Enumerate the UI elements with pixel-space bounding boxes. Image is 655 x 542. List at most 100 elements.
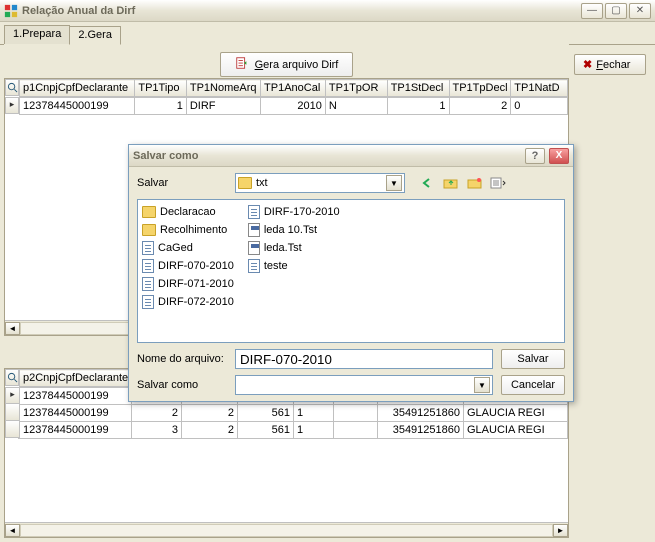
cell: 2010	[261, 98, 326, 115]
col-header[interactable]: TP1StDecl	[387, 80, 449, 97]
document-icon	[142, 295, 154, 309]
cell: GLAUCIA REGI	[464, 422, 568, 439]
tab-label: 2.Gera	[78, 29, 112, 41]
cell: 12378445000199	[20, 422, 132, 439]
list-item[interactable]: DIRF-170-2010	[248, 204, 340, 220]
gera-arquivo-button[interactable]: Gera arquivo Dirf	[220, 52, 354, 77]
row-indicator	[5, 97, 19, 114]
list-item[interactable]: Declaracao	[142, 204, 234, 220]
cell: 12378445000199	[20, 405, 132, 422]
col-header[interactable]: TP1NomeArq	[186, 80, 260, 97]
save-type-combo[interactable]: ▼	[235, 375, 493, 395]
list-item[interactable]: DIRF-072-2010	[142, 294, 234, 310]
col-header[interactable]: TP1NatD	[511, 80, 568, 97]
save-button[interactable]: Salvar	[501, 349, 565, 369]
cell: 35491251860	[378, 422, 464, 439]
list-item[interactable]: leda 10.Tst	[248, 222, 340, 238]
cell: 561	[238, 422, 294, 439]
list-item[interactable]: teste	[248, 258, 340, 274]
help-button[interactable]: ?	[525, 148, 545, 164]
new-folder-icon[interactable]	[465, 173, 485, 193]
chevron-down-icon[interactable]: ▼	[474, 377, 490, 393]
list-item[interactable]: CaGed	[142, 240, 234, 256]
document-icon	[142, 241, 154, 255]
table-row[interactable]: 12378445000199 2 2 561 1 35491251860 GLA…	[20, 405, 568, 422]
cell: N	[325, 98, 387, 115]
up-folder-icon[interactable]	[441, 173, 461, 193]
window-titlebar: Relação Anual da Dirf — ▢ ✕	[0, 0, 655, 22]
cancel-button[interactable]: Cancelar	[501, 375, 565, 395]
fechar-label: Fechar	[596, 59, 630, 71]
file-label: DIRF-071-2010	[158, 278, 234, 290]
cell: 2	[182, 405, 238, 422]
folder-combo[interactable]: txt ▼	[235, 173, 405, 193]
table-row[interactable]: 12378445000199 3 2 561 1 35491251860 GLA…	[20, 422, 568, 439]
fechar-button[interactable]: ✖ Fechar	[574, 54, 646, 75]
cell	[334, 405, 378, 422]
file-label: leda 10.Tst	[264, 224, 317, 236]
cell: 12378445000199	[20, 98, 135, 115]
save-as-dialog: Salvar como ? X Salvar txt ▼ Declaracao …	[128, 144, 574, 402]
grid1-header-row: p1CnpjCpfDeclarante TP1Tipo TP1NomeArq T…	[20, 80, 568, 97]
list-item[interactable]: leda.Tst	[248, 240, 340, 256]
cell: 3	[132, 422, 182, 439]
cell: 1	[294, 405, 334, 422]
save-type-label: Salvar como	[137, 379, 227, 391]
hscrollbar[interactable]: ◄ ►	[5, 522, 568, 537]
cell: 35491251860	[378, 405, 464, 422]
col-header[interactable]: TP1TpDecl	[449, 80, 511, 97]
list-item[interactable]: DIRF-071-2010	[142, 276, 234, 292]
col-header[interactable]: p1CnpjCpfDeclarante	[20, 80, 135, 97]
window-title: Relação Anual da Dirf	[22, 5, 577, 17]
file-label: CaGed	[158, 242, 193, 254]
col-header[interactable]: TP1TpOR	[325, 80, 387, 97]
close-window-button[interactable]: ✕	[629, 3, 651, 19]
dialog-close-button[interactable]: X	[549, 148, 569, 164]
app-icon	[4, 4, 18, 18]
cell: 2	[132, 405, 182, 422]
folder-name: txt	[256, 177, 382, 189]
scroll-left-button[interactable]: ◄	[5, 524, 20, 537]
tab-label: 1.Prepara	[13, 28, 61, 40]
scroll-left-button[interactable]: ◄	[5, 322, 20, 335]
maximize-button[interactable]: ▢	[605, 3, 627, 19]
tab-prepara[interactable]: 1.Prepara	[4, 25, 70, 44]
col-header[interactable]: TP1Tipo	[135, 80, 187, 97]
dialog-title: Salvar como	[133, 150, 521, 162]
save-in-label: Salvar	[137, 177, 227, 189]
chevron-down-icon[interactable]: ▼	[386, 175, 402, 191]
filename-label: Nome do arquivo:	[137, 353, 227, 365]
cell	[334, 422, 378, 439]
col-header[interactable]: TP1AnoCal	[261, 80, 326, 97]
cell: 12378445000199	[20, 388, 132, 405]
filename-input[interactable]	[235, 349, 493, 369]
file-label: DIRF-072-2010	[158, 296, 234, 308]
scroll-track[interactable]	[20, 524, 553, 537]
cell: 2	[182, 422, 238, 439]
row-indicator	[5, 421, 19, 438]
list-item[interactable]: DIRF-070-2010	[142, 258, 234, 274]
folder-icon	[142, 224, 156, 236]
search-icon[interactable]	[5, 369, 19, 386]
row-indicator	[5, 404, 19, 421]
table-row[interactable]: 12378445000199 1 DIRF 2010 N 1 2 0	[20, 98, 568, 115]
search-icon[interactable]	[5, 79, 19, 96]
file-label: Recolhimento	[160, 224, 227, 236]
cell: 1	[294, 422, 334, 439]
row-indicator	[5, 387, 19, 404]
close-icon: ✖	[583, 58, 592, 71]
list-item[interactable]: Recolhimento	[142, 222, 234, 238]
back-icon[interactable]	[417, 173, 437, 193]
file-label: Declaracao	[160, 206, 216, 218]
view-menu-icon[interactable]	[489, 173, 509, 193]
file-list-pane[interactable]: Declaracao Recolhimento CaGed DIRF-070-2…	[137, 199, 565, 343]
save-label: Salvar	[517, 353, 548, 365]
gera-arquivo-label: Gera arquivo Dirf	[255, 59, 339, 71]
scroll-right-button[interactable]: ►	[553, 524, 568, 537]
cell: 561	[238, 405, 294, 422]
col-header[interactable]: p2CnpjCpfDeclarante	[20, 370, 132, 387]
tst-file-icon	[248, 241, 260, 255]
tab-gera[interactable]: 2.Gera	[69, 26, 121, 45]
file-label: DIRF-170-2010	[264, 206, 340, 218]
minimize-button[interactable]: —	[581, 3, 603, 19]
